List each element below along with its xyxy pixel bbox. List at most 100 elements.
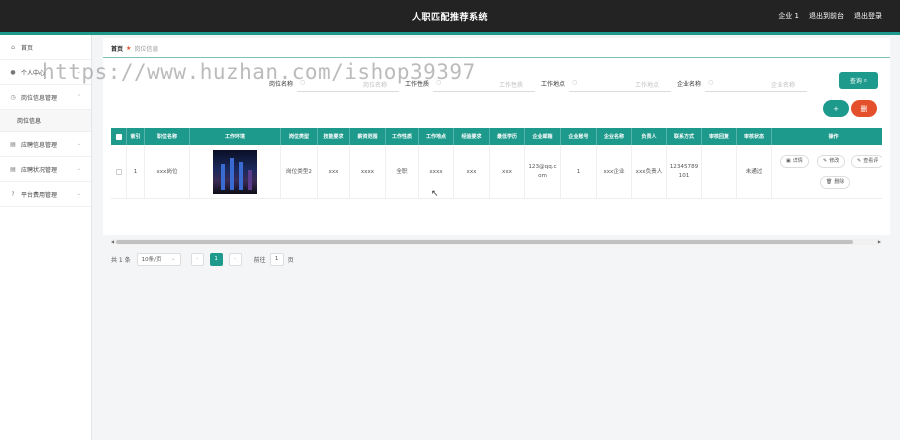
delete-button[interactable]: 删 bbox=[851, 100, 877, 117]
search-label: 企业名称 bbox=[677, 80, 702, 88]
column-header: 审核状态 bbox=[737, 128, 772, 145]
scroll-right-arrow-icon[interactable]: ▶ bbox=[878, 239, 881, 244]
pagination: 共 1 条 10条/页 ⌄ ‹ 1 › 前往 1 页 bbox=[111, 252, 294, 266]
table-header: 索引 职位名称 工作环境 岗位类型 技能要求 薪资范围 工作性质 工作地点 经验… bbox=[111, 128, 882, 145]
company-input[interactable]: ○ 企业名称 bbox=[705, 75, 808, 92]
column-header: 技能要求 bbox=[318, 128, 350, 145]
column-header: 工作性质 bbox=[386, 128, 419, 145]
chevron-down-icon: ⌄ bbox=[76, 166, 81, 172]
detail-icon: ▣ bbox=[786, 158, 791, 164]
clock-icon: ◷ bbox=[10, 93, 16, 101]
cell-salary: xxxx bbox=[350, 145, 386, 199]
cell-review-reply bbox=[702, 145, 737, 199]
star-icon: ★ bbox=[126, 45, 132, 52]
select-all-checkbox[interactable] bbox=[111, 128, 127, 145]
horizontal-scrollbar[interactable]: ◀ ▶ bbox=[111, 239, 882, 245]
column-header: 负责人 bbox=[632, 128, 667, 145]
cell-index: 1 bbox=[127, 145, 145, 199]
goto-page-input[interactable]: 1 bbox=[269, 252, 284, 266]
sidebar: ⌂ 首页 ● 个人中心 ⌄ ◷ 岗位信息管理 ⌃ 岗位信息 ▤ 应聘信息管理 ⌄… bbox=[0, 35, 92, 440]
sidebar-item-application-management[interactable]: ▤ 应聘信息管理 ⌄ bbox=[0, 132, 91, 157]
chevron-down-icon: ⌄ bbox=[76, 141, 81, 147]
edit-icon: ✎ bbox=[823, 158, 828, 164]
column-header: 最低学历 bbox=[490, 128, 525, 145]
add-button[interactable]: + bbox=[823, 100, 849, 117]
top-bar: 人职匹配推荐系统 企业 1 退出到前台 退出登录 bbox=[0, 0, 900, 32]
row-checkbox[interactable] bbox=[111, 145, 127, 199]
goto-suffix: 页 bbox=[287, 256, 294, 264]
column-header: 企业名称 bbox=[597, 128, 632, 145]
cell-nature: 全职 bbox=[386, 145, 419, 199]
scrollbar-thumb[interactable] bbox=[116, 240, 853, 244]
scroll-left-arrow-icon[interactable]: ◀ bbox=[111, 239, 114, 244]
cell-review-status: 未通过 bbox=[737, 145, 772, 199]
logout-link[interactable]: 退出登录 bbox=[854, 11, 882, 21]
sidebar-item-profile[interactable]: ● 个人中心 ⌄ bbox=[0, 60, 91, 85]
job-name-input[interactable]: ○ 岗位名称 bbox=[297, 75, 400, 92]
document-icon: ▤ bbox=[10, 165, 16, 173]
search-label: 工作地点 bbox=[541, 80, 566, 88]
accent-bar bbox=[0, 32, 900, 35]
column-header: 操作 bbox=[772, 128, 882, 145]
chevron-up-icon: ⌃ bbox=[76, 94, 81, 100]
breadcrumb: 首页 ★ 岗位信息 bbox=[111, 44, 158, 53]
chevron-down-icon: ⌄ bbox=[76, 191, 81, 197]
nature-input[interactable]: ○ 工作性质 bbox=[433, 75, 536, 92]
breadcrumb-current: 岗位信息 bbox=[134, 46, 159, 53]
main-panel: 首页 ★ 岗位信息 岗位名称 ○ 岗位名称 工作性质 ○ 工作性质 工作地点 ○… bbox=[103, 38, 890, 266]
page-number[interactable]: 1 bbox=[209, 252, 223, 266]
cell-education: xxx bbox=[490, 145, 525, 199]
search-field-company: 企业名称 ○ 企业名称 bbox=[677, 75, 808, 92]
location-input[interactable]: ○ 工作地点 bbox=[569, 75, 672, 92]
sidebar-subitem-job-info[interactable]: 岗位信息 bbox=[0, 110, 91, 132]
delete-row-button[interactable]: 🗑 删除 bbox=[820, 176, 851, 189]
edit-icon: ✎ bbox=[857, 158, 862, 164]
user-icon: ● bbox=[10, 68, 16, 76]
sidebar-item-job-management[interactable]: ◷ 岗位信息管理 ⌃ bbox=[0, 85, 91, 110]
sidebar-item-label: 岗位信息管理 bbox=[21, 94, 58, 102]
sidebar-item-label: 个人中心 bbox=[21, 69, 46, 77]
top-bar-actions: 企业 1 退出到前台 退出登录 bbox=[778, 11, 882, 21]
cell-job-name: xxx岗位 bbox=[145, 145, 190, 199]
cell-skills: xxx bbox=[318, 145, 350, 199]
sidebar-item-home[interactable]: ⌂ 首页 bbox=[0, 35, 91, 60]
query-button[interactable]: 查询 ⌕ bbox=[839, 72, 878, 89]
prev-page-button[interactable]: ‹ bbox=[190, 252, 204, 266]
sidebar-item-application-status[interactable]: ▤ 应聘状况管理 ⌄ bbox=[0, 157, 91, 182]
user-menu[interactable]: 企业 1 bbox=[778, 11, 799, 21]
column-header: 企业邮箱 bbox=[525, 128, 561, 145]
cell-contact-person: xxx负责人 bbox=[632, 145, 667, 199]
sidebar-item-label: 平台费用管理 bbox=[21, 191, 58, 199]
column-header: 审核回复 bbox=[702, 128, 737, 145]
cell-work-environment bbox=[190, 145, 281, 199]
goto-prefix: 前往 bbox=[253, 256, 266, 264]
page-size-select[interactable]: 10条/页 ⌄ bbox=[136, 252, 181, 266]
app-title: 人职匹配推荐系统 bbox=[411, 13, 488, 23]
search-label: 岗位名称 bbox=[269, 80, 294, 88]
cell-job-type: 岗位类型2 bbox=[281, 145, 318, 199]
back-to-frontend-link[interactable]: 退出到前台 bbox=[809, 11, 844, 21]
sidebar-item-platform-fees[interactable]: ? 平台费用管理 ⌄ bbox=[0, 182, 91, 207]
job-table: 索引 职位名称 工作环境 岗位类型 技能要求 薪资范围 工作性质 工作地点 经验… bbox=[111, 128, 882, 237]
sidebar-subitem-label: 岗位信息 bbox=[17, 118, 42, 125]
help-icon: ? bbox=[11, 190, 15, 198]
column-header: 岗位类型 bbox=[281, 128, 318, 145]
chevron-down-icon: ⌄ bbox=[76, 69, 81, 75]
view-reviews-button[interactable]: ✎ 查看评 bbox=[851, 155, 882, 168]
search-field-job-name: 岗位名称 ○ 岗位名称 bbox=[269, 75, 400, 92]
work-environment-image[interactable] bbox=[213, 150, 257, 194]
cell-email: 123@qq.com bbox=[525, 145, 561, 199]
search-label: 工作性质 bbox=[405, 80, 430, 88]
edit-button[interactable]: ✎ 修改 bbox=[817, 155, 846, 168]
search-icon: ○ bbox=[436, 78, 442, 86]
cell-experience: xxx bbox=[454, 145, 490, 199]
breadcrumb-home[interactable]: 首页 bbox=[111, 44, 123, 53]
next-page-button[interactable]: › bbox=[228, 252, 242, 266]
detail-button[interactable]: ▣ 详情 bbox=[780, 155, 809, 168]
column-header: 薪资范围 bbox=[350, 128, 386, 145]
table-row: 1 xxx岗位 岗位类型2 xxx xxxx 全职 xxxx xxx xxx 1… bbox=[111, 145, 882, 199]
sidebar-item-label: 应聘状况管理 bbox=[21, 166, 58, 174]
search-icon: ○ bbox=[708, 78, 714, 86]
total-count: 共 1 条 bbox=[111, 256, 131, 264]
document-icon: ▤ bbox=[10, 140, 16, 148]
